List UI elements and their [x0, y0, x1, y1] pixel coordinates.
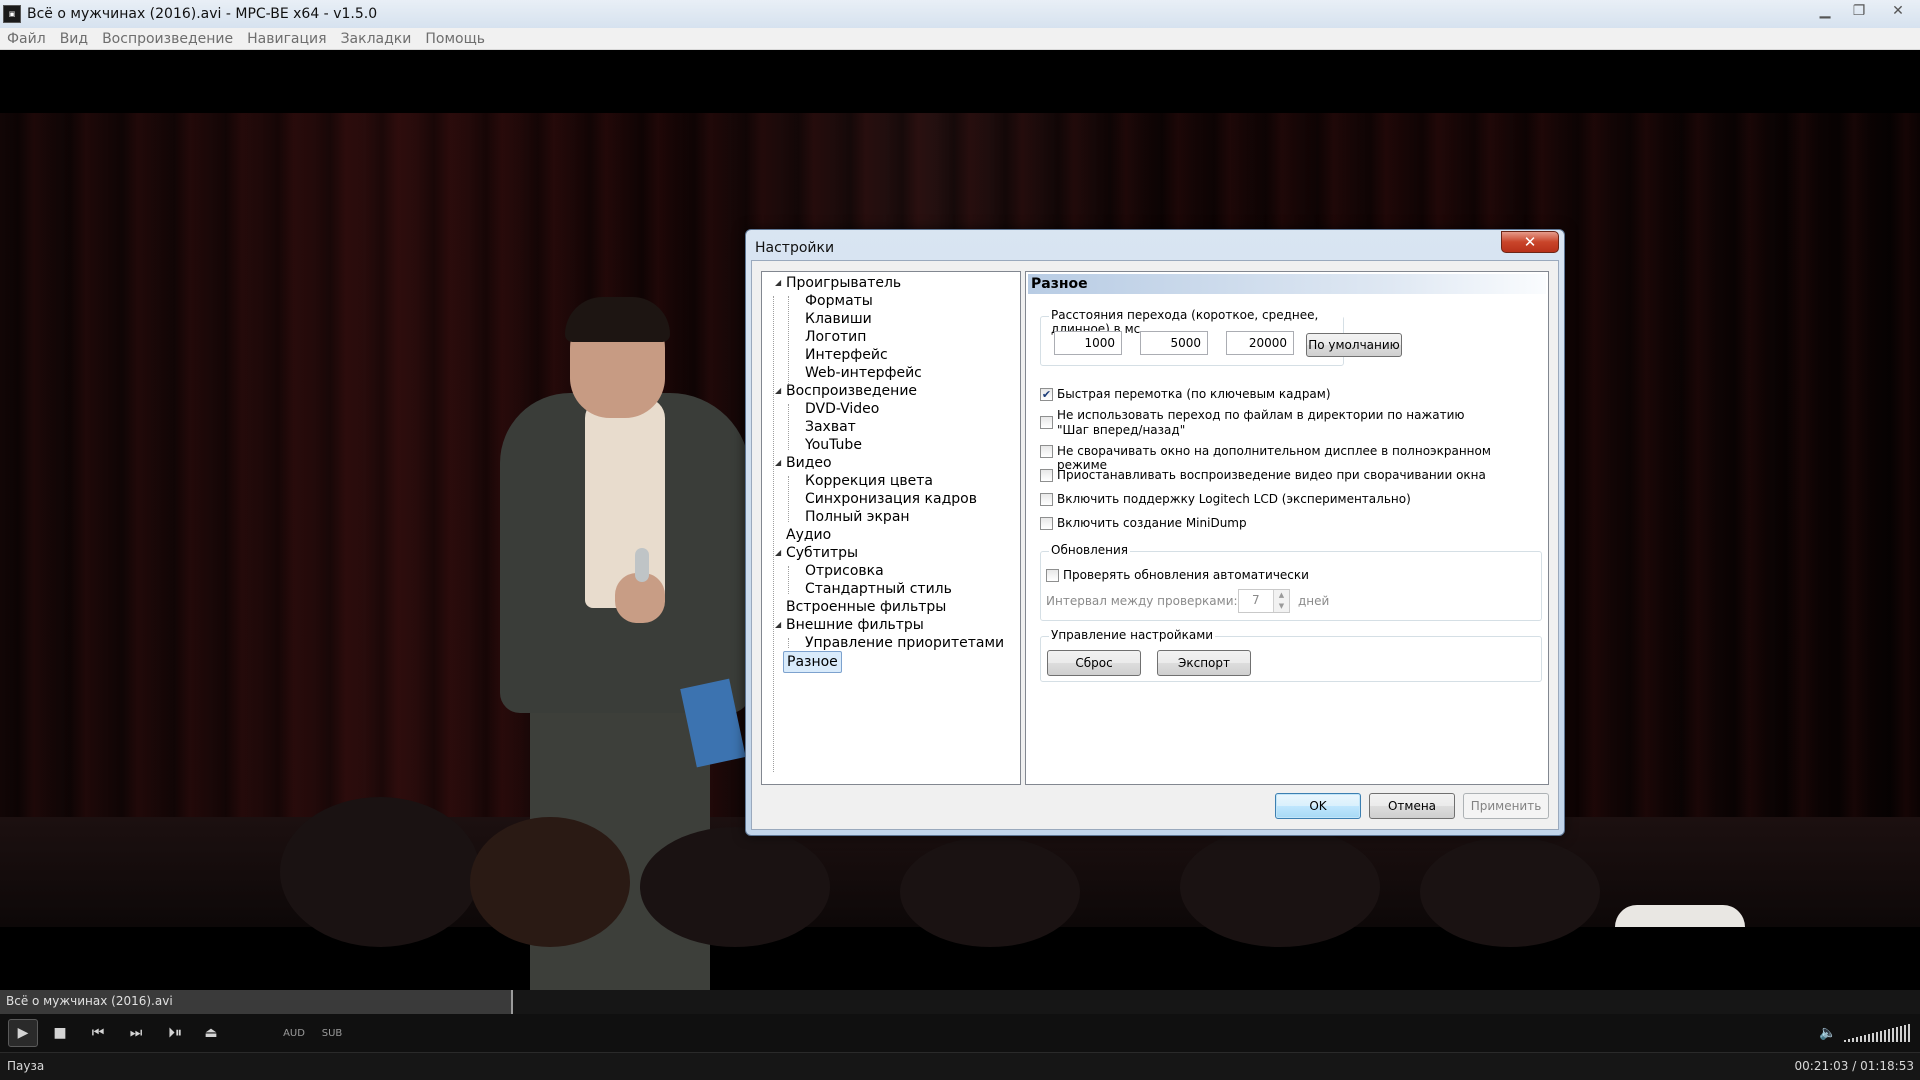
collapse-icon[interactable]: ◢: [775, 452, 781, 474]
file-name: Всё о мужчинах (2016).avi: [6, 994, 173, 1008]
interval-unit: дней: [1298, 594, 1330, 608]
menu-play[interactable]: Воспроизведение: [95, 31, 240, 47]
window-titlebar: ▣ Всё о мужчинах (2016).avi - MPC-BE x64…: [0, 0, 1920, 28]
reset-button[interactable]: Сброс: [1047, 650, 1141, 676]
previous-icon[interactable]: ⏮: [88, 1014, 108, 1052]
menu-file[interactable]: Файл: [0, 31, 53, 47]
stop-button[interactable]: ■: [50, 1014, 70, 1052]
settings-page-misc: Разное Расстояния перехода (короткое, ср…: [1025, 271, 1549, 785]
checkbox-auto-updates[interactable]: Проверять обновления автоматически: [1046, 568, 1446, 582]
default-button[interactable]: По умолчанию: [1306, 333, 1402, 357]
checkbox-pause-on-minimize[interactable]: Приостанавливать воспроизведение видео п…: [1040, 468, 1540, 482]
menu-bar: Файл Вид Воспроизведение Навигация Закла…: [0, 28, 1920, 50]
jump-long-field[interactable]: 20000: [1226, 331, 1294, 355]
tree-item-misc[interactable]: Разное: [783, 651, 842, 673]
playback-status: Пауза: [7, 1059, 45, 1073]
frame-step-icon[interactable]: ⏵⏸: [164, 1014, 186, 1052]
collapse-icon[interactable]: ◢: [775, 542, 781, 564]
checkbox-minidump[interactable]: Включить создание MiniDump: [1040, 516, 1540, 530]
minimize-button[interactable]: ▁: [1808, 0, 1842, 22]
jump-medium-field[interactable]: 5000: [1140, 331, 1208, 355]
dialog-title: Настройки: [755, 240, 835, 256]
close-window-button[interactable]: ✕: [1876, 0, 1920, 22]
control-bar: ▶ ■ ⏮ ⏭ ⏵⏸ ⏏ AUD SUB 🔈: [0, 1014, 1920, 1052]
checkbox-logitech-lcd[interactable]: Включить поддержку Logitech LCD (экспери…: [1040, 492, 1540, 506]
menu-bookmarks[interactable]: Закладки: [334, 31, 419, 47]
status-bar: Пауза 00:21:03 / 01:18:53: [0, 1052, 1920, 1080]
play-button[interactable]: ▶: [8, 1019, 38, 1047]
window-controls: ▁ ❐ ✕: [1808, 0, 1920, 22]
speaker-icon[interactable]: 🔈: [1816, 1014, 1840, 1052]
eject-icon[interactable]: ⏏: [200, 1014, 222, 1052]
jump-short-field[interactable]: 1000: [1054, 331, 1122, 355]
page-header: Разное: [1028, 274, 1546, 294]
volume-slider[interactable]: [1844, 1024, 1910, 1042]
window-title: Всё о мужчинах (2016).avi - MPC-BE x64 -…: [27, 6, 378, 22]
checkbox-icon[interactable]: [1040, 445, 1053, 458]
checkbox-icon[interactable]: [1046, 569, 1059, 582]
menu-help[interactable]: Помощь: [418, 31, 492, 47]
checkbox-fast-seek[interactable]: ✔ Быстрая перемотка (по ключевым кадрам): [1040, 387, 1540, 401]
audio-track-button[interactable]: AUD: [282, 1014, 306, 1052]
interval-spinner[interactable]: 7 ▲ ▼: [1238, 589, 1290, 613]
checkbox-no-dir-step[interactable]: Не использовать переход по файлам в дире…: [1040, 408, 1540, 438]
collapse-icon[interactable]: ◢: [775, 272, 781, 294]
checkbox-icon[interactable]: ✔: [1040, 388, 1053, 401]
interval-value: 7: [1252, 593, 1260, 607]
updates-title: Обновления: [1049, 543, 1131, 557]
interval-label: Интервал между проверками:: [1046, 594, 1238, 608]
seek-bar[interactable]: Всё о мужчинах (2016).avi: [0, 990, 1920, 1014]
subtitle-track-button[interactable]: SUB: [320, 1014, 344, 1052]
export-button[interactable]: Экспорт: [1157, 650, 1251, 676]
stage-lamp: [1615, 905, 1745, 927]
updates-group: Обновления: [1040, 543, 1542, 621]
checkbox-icon[interactable]: [1040, 416, 1053, 429]
settings-management-title: Управление настройками: [1049, 628, 1216, 642]
spinner-arrows-icon[interactable]: ▲ ▼: [1273, 590, 1289, 612]
collapse-icon[interactable]: ◢: [775, 380, 781, 402]
menu-view[interactable]: Вид: [53, 31, 95, 47]
checkbox-icon[interactable]: [1040, 493, 1053, 506]
time-display: 00:21:03 / 01:18:53: [1794, 1059, 1914, 1073]
cancel-button[interactable]: Отмена: [1369, 793, 1455, 819]
next-icon[interactable]: ⏭: [126, 1014, 146, 1052]
checkbox-icon[interactable]: [1040, 469, 1053, 482]
apply-button[interactable]: Применить: [1463, 793, 1549, 819]
mpc-be-app-icon[interactable]: ▣: [3, 5, 21, 23]
menu-navigate[interactable]: Навигация: [240, 31, 333, 47]
checkbox-icon[interactable]: [1040, 517, 1053, 530]
ok-button[interactable]: OK: [1275, 793, 1361, 819]
dialog-close-button[interactable]: ✕: [1501, 231, 1559, 253]
settings-tree[interactable]: ◢ Проигрыватель Форматы Клавиши Логотип И…: [761, 271, 1021, 785]
settings-dialog: Настройки ✕ ◢ Проигрыватель Форматы Клави…: [745, 229, 1565, 836]
collapse-icon[interactable]: ◢: [775, 614, 781, 636]
maximize-button[interactable]: ❐: [1842, 0, 1876, 22]
